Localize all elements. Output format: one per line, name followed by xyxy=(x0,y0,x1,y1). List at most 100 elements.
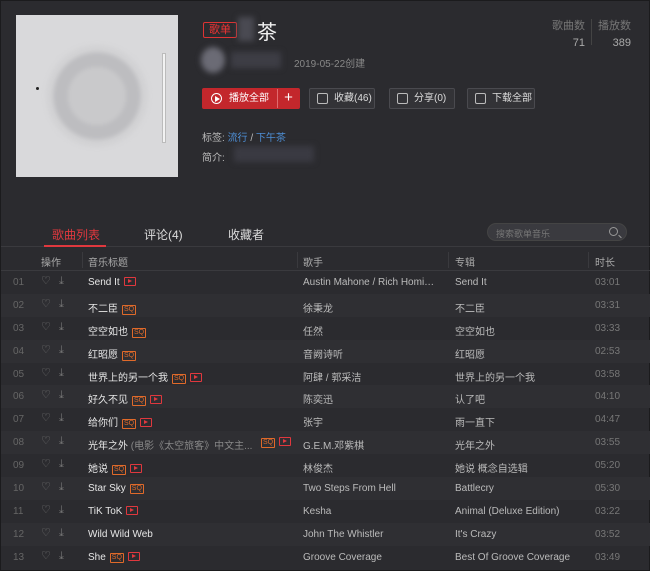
download-icon[interactable]: ⤓ xyxy=(59,413,69,424)
album-cell[interactable]: 她说 概念自选辑 xyxy=(455,460,585,475)
header-album[interactable]: 专辑 xyxy=(455,254,475,269)
heart-icon[interactable]: ♡ xyxy=(41,436,52,446)
mv-icon[interactable] xyxy=(130,464,143,474)
artist-cell[interactable]: G.E.M.邓紫棋 xyxy=(303,437,439,452)
table-row[interactable]: 01 ♡ ⤓ Send It Austin Mahone / Rich Homie ..… xyxy=(1,271,650,294)
heart-icon[interactable]: ♡ xyxy=(41,368,52,378)
album-cell[interactable]: 光年之外 xyxy=(455,437,585,452)
song-title-cell[interactable]: 红昭愿 SQ xyxy=(88,346,298,361)
song-title-cell[interactable]: TiK ToK xyxy=(88,505,298,517)
tab-comments[interactable]: 评论(4) xyxy=(144,226,183,243)
artist-cell[interactable]: Groove Coverage xyxy=(303,552,439,563)
header-duration[interactable]: 时长 xyxy=(595,254,615,269)
search-input[interactable]: 搜索歌单音乐 xyxy=(496,227,550,240)
artist-cell[interactable]: 音阙诗听 xyxy=(303,346,439,361)
download-icon[interactable]: ⤓ xyxy=(59,505,69,516)
album-cell[interactable]: 不二臣 xyxy=(455,300,585,315)
heart-icon[interactable]: ♡ xyxy=(41,322,52,332)
album-cell[interactable]: 雨一直下 xyxy=(455,414,585,429)
artist-cell[interactable]: 徐秉龙 xyxy=(303,300,439,315)
song-title-cell[interactable]: 世界上的另一个我 SQ xyxy=(88,369,298,384)
tab-collectors[interactable]: 收藏者 xyxy=(228,226,264,243)
tag-link-pop[interactable]: 流行 xyxy=(228,133,248,144)
album-cell[interactable]: 认了吧 xyxy=(455,391,585,406)
download-icon[interactable]: ⤓ xyxy=(59,551,69,562)
creator-avatar[interactable] xyxy=(201,47,225,73)
search-box[interactable]: 搜索歌单音乐 xyxy=(487,223,627,241)
song-title-cell[interactable]: 给你们 SQ xyxy=(88,414,298,430)
heart-icon[interactable]: ♡ xyxy=(41,276,52,286)
song-title-cell[interactable]: 空空如也 SQ xyxy=(88,323,298,338)
artist-cell[interactable]: Austin Mahone / Rich Homie ... xyxy=(303,277,439,288)
table-row[interactable]: 09 ♡ ⤓ 她说 SQ 林俊杰 她说 概念自选辑 05:20 xyxy=(1,454,650,477)
album-cell[interactable]: 世界上的另一个我 xyxy=(455,369,585,384)
table-row[interactable]: 06 ♡ ⤓ 好久不见 SQ 陈奕迅 认了吧 04:10 xyxy=(1,385,650,409)
column-divider[interactable] xyxy=(82,252,83,268)
table-row[interactable]: 10 ♡ ⤓ Star Sky SQ Two Steps From Hell Battlec… xyxy=(1,477,650,500)
download-icon[interactable]: ⤓ xyxy=(59,436,69,447)
album-cell[interactable]: 空空如也 xyxy=(455,323,585,338)
search-icon[interactable] xyxy=(609,227,618,236)
column-divider[interactable] xyxy=(448,252,449,268)
heart-icon[interactable]: ♡ xyxy=(41,551,52,561)
download-icon[interactable]: ⤓ xyxy=(59,322,69,333)
playlist-cover-image[interactable] xyxy=(16,15,178,177)
table-row[interactable]: 07 ♡ ⤓ 给你们 SQ 张宇 雨一直下 04:47 xyxy=(1,408,650,431)
download-icon[interactable]: ⤓ xyxy=(59,299,69,310)
heart-icon[interactable]: ♡ xyxy=(41,459,52,469)
table-row[interactable]: 04 ♡ ⤓ 红昭愿 SQ 音阙诗听 红昭愿 02:53 xyxy=(1,339,650,363)
song-title-cell[interactable]: She SQ xyxy=(88,551,298,563)
song-title-cell[interactable]: Star Sky SQ xyxy=(88,483,298,495)
table-row[interactable]: 03 ♡ ⤓ 空空如也 SQ 任然 空空如也 03:33 xyxy=(1,317,650,340)
artist-cell[interactable]: Two Steps From Hell xyxy=(303,483,439,494)
mv-icon[interactable] xyxy=(126,505,139,515)
download-icon[interactable]: ⤓ xyxy=(59,459,69,470)
heart-icon[interactable]: ♡ xyxy=(41,505,52,515)
download-icon[interactable]: ⤓ xyxy=(59,368,69,379)
album-cell[interactable]: 红昭愿 xyxy=(455,346,585,361)
header-artist[interactable]: 歌手 xyxy=(303,254,323,269)
heart-icon[interactable]: ♡ xyxy=(41,299,52,309)
album-cell[interactable]: Animal (Deluxe Edition) xyxy=(455,506,585,517)
download-icon[interactable]: ⤓ xyxy=(59,276,69,287)
mv-icon[interactable] xyxy=(123,277,136,286)
column-divider[interactable] xyxy=(297,252,298,268)
table-row[interactable]: 02 ♡ ⤓ 不二臣 SQ 徐秉龙 不二臣 03:31 xyxy=(1,293,650,317)
play-all-button[interactable]: 播放全部 + xyxy=(202,88,300,109)
download-icon[interactable]: ⤓ xyxy=(59,482,69,493)
mv-icon[interactable] xyxy=(150,395,163,405)
download-all-button[interactable]: 下载全部 xyxy=(467,88,535,109)
tab-song-list[interactable]: 歌曲列表 xyxy=(52,226,100,243)
share-button[interactable]: 分享(0) xyxy=(389,88,455,109)
mv-icon[interactable] xyxy=(190,372,203,382)
creator-name[interactable] xyxy=(231,52,281,68)
artist-cell[interactable]: 阿肆 / 郭采洁 xyxy=(303,369,439,384)
album-cell[interactable]: Best Of Groove Coverage xyxy=(455,552,585,563)
table-row[interactable]: 05 ♡ ⤓ 世界上的另一个我 SQ 阿肆 / 郭采洁 世界上的另一个我 03:58 xyxy=(1,363,650,386)
artist-cell[interactable]: 陈奕迅 xyxy=(303,391,439,406)
table-row[interactable]: 12 ♡ ⤓ Wild Wild Web John The Whistler It's C… xyxy=(1,522,650,546)
heart-icon[interactable]: ♡ xyxy=(41,390,52,400)
artist-cell[interactable]: 任然 xyxy=(303,323,439,338)
table-row[interactable]: 08 ♡ ⤓ 光年之外 (电影《太空旅客》中文主... SQ G.E.M.邓紫棋 光年之外 0… xyxy=(1,431,650,455)
download-icon[interactable]: ⤓ xyxy=(59,528,69,539)
collect-button[interactable]: 收藏(46) xyxy=(309,88,375,109)
table-row[interactable]: 11 ♡ ⤓ TiK ToK Kesha Animal (Deluxe Edition) 0… xyxy=(1,500,650,523)
song-title-cell[interactable]: 好久不见 SQ xyxy=(88,391,298,407)
song-title-cell[interactable]: Send It xyxy=(88,277,298,288)
artist-cell[interactable]: 张宇 xyxy=(303,414,439,429)
heart-icon[interactable]: ♡ xyxy=(41,345,52,355)
mv-icon[interactable] xyxy=(140,418,153,428)
song-title-cell[interactable]: 她说 SQ xyxy=(88,460,298,476)
mv-icon[interactable] xyxy=(279,437,292,447)
tag-link-afternoon-tea[interactable]: 下午茶 xyxy=(256,133,286,144)
heart-icon[interactable]: ♡ xyxy=(41,482,52,492)
album-cell[interactable]: Battlecry xyxy=(455,483,585,494)
download-icon[interactable]: ⤓ xyxy=(59,345,69,356)
artist-cell[interactable]: 林俊杰 xyxy=(303,460,439,475)
add-to-queue-button[interactable]: + xyxy=(277,89,299,108)
mv-icon[interactable] xyxy=(127,551,140,561)
column-divider[interactable] xyxy=(588,252,589,268)
artist-cell[interactable]: John The Whistler xyxy=(303,529,439,540)
download-icon[interactable]: ⤓ xyxy=(59,390,69,401)
